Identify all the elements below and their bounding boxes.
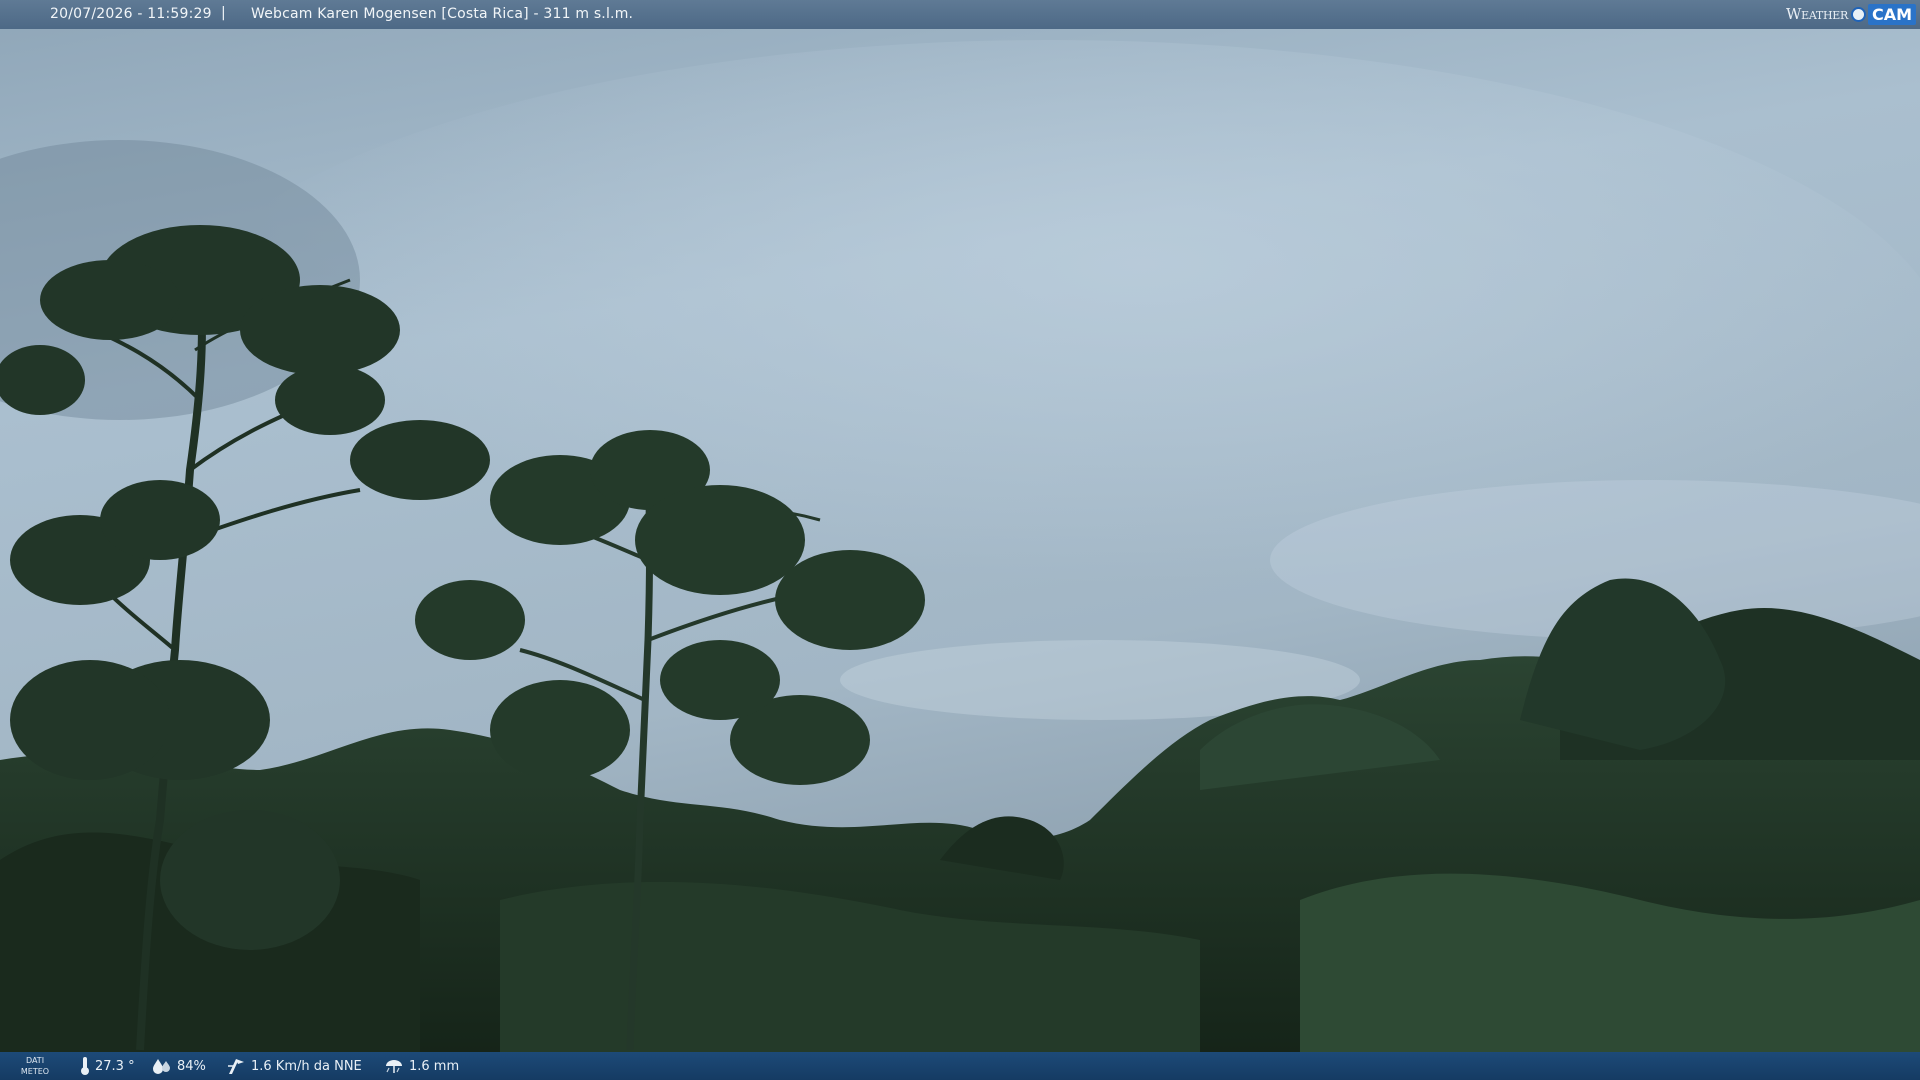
temperature-item: 27.3 ° [80, 1052, 135, 1080]
wind-value: 1.6 Km/h da NNE [251, 1058, 362, 1074]
wind-icon [228, 1059, 244, 1074]
webcam-header-bar: 20/07/2026 - 11:59:29 | Webcam Karen Mog… [0, 0, 1920, 29]
rain-value: 1.6 mm [409, 1058, 460, 1074]
rain-icon [386, 1060, 402, 1073]
logo-cam: CAM [1867, 3, 1916, 25]
thermometer-icon [81, 1057, 89, 1075]
timestamp: 20/07/2026 - 11:59:29 [50, 6, 212, 22]
wind-item: 1.6 Km/h da NNE [226, 1052, 362, 1080]
logo-dot-icon [1850, 6, 1866, 22]
dati-label-line1: DATI [25, 1056, 45, 1065]
rain-item: 1.6 mm [384, 1052, 459, 1080]
logo-word: Weather [1786, 5, 1848, 23]
webcam-title: Webcam Karen Mogensen [Costa Rica] - 311… [251, 6, 634, 22]
webcam-scene [0, 0, 1920, 1080]
dati-meteo-label: DATI METEO [18, 1055, 52, 1077]
weathercam-logo[interactable]: Weather CAM [1786, 2, 1916, 26]
dati-label-line2: METEO [20, 1067, 50, 1076]
humidity-icon [153, 1059, 170, 1074]
humidity-value: 84% [177, 1058, 206, 1074]
weather-data-bar: DATI METEO 27.3 ° 84% 1.6 Km/h da NNE 1.… [0, 1052, 1920, 1080]
humidity-item: 84% [152, 1052, 206, 1080]
header-separator: | [221, 5, 226, 21]
temperature-value: 27.3 ° [95, 1058, 135, 1074]
